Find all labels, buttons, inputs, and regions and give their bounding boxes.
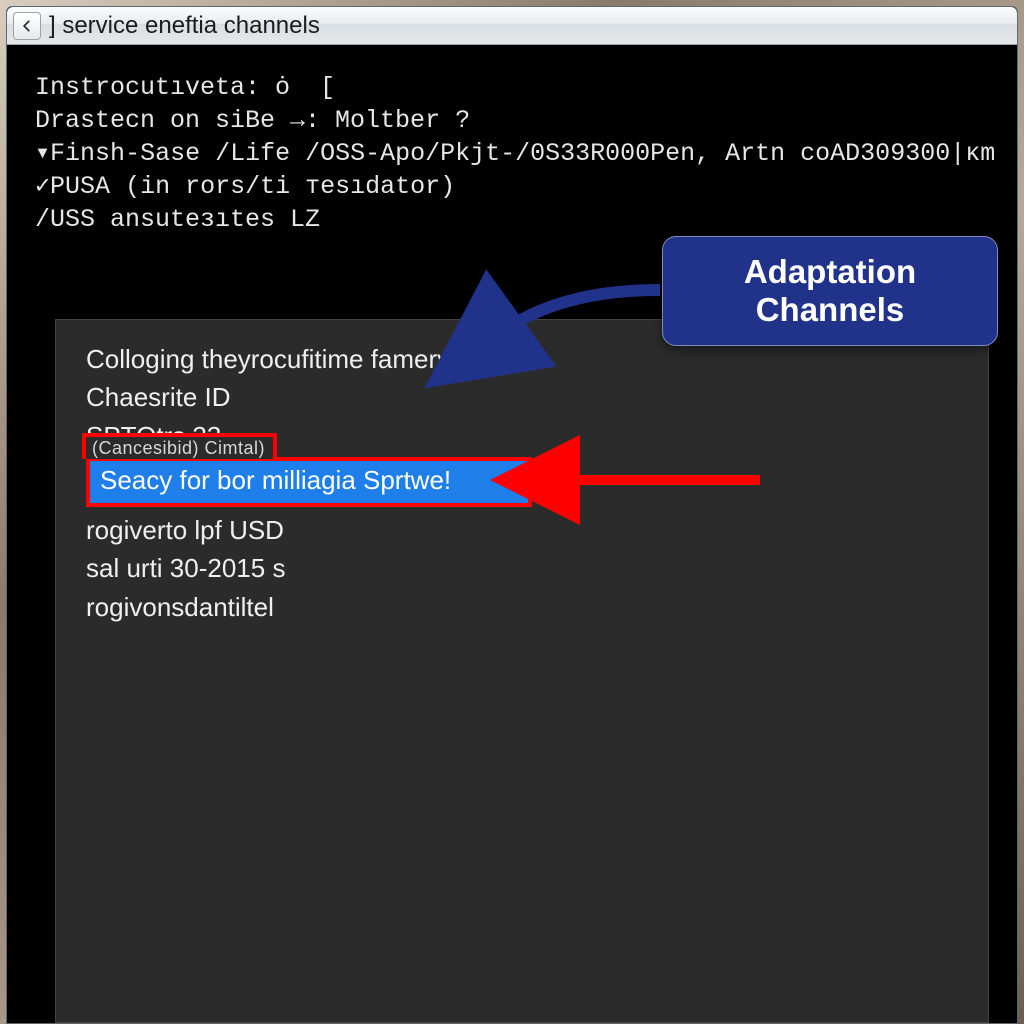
list-item[interactable]: Chaesrite ID [86, 378, 962, 416]
annotation-callout: Adaptation Channels [662, 236, 998, 346]
list-item[interactable]: rogivonsdantiltel [86, 588, 962, 626]
selected-item-wrap: (Cancesibid) Cimtal) Seacy for bor milli… [86, 457, 532, 506]
terminal-line: ▾Finsh-Sase /Life /OSS-Apo/Pkjt-/0S33R00… [35, 137, 997, 170]
terminal-line: Instrocutıveta: ȯ [ [35, 71, 997, 104]
terminal-line: Drastecn on siBe →: Moltber ? [35, 104, 997, 137]
arrow-left-icon [20, 19, 34, 33]
list-item[interactable]: sal urti 30-2015 s [86, 549, 962, 587]
callout-line: Channels [756, 291, 905, 329]
back-button[interactable] [13, 12, 41, 40]
selected-item[interactable]: Seacy for bor milliagia Sprtwe! [86, 457, 532, 506]
terminal-line: ✓PUSA (in rors/ti тesıdator) [35, 170, 997, 203]
terminal-area: Instrocutıveta: ȯ [ Drastecn on siBe →: … [7, 45, 1017, 1023]
selected-item-tab: (Cancesibid) Cimtal) [82, 433, 277, 459]
terminal-line: /USS ansuteзıtes LZ [35, 203, 997, 236]
app-window: ] service eneftia channels Instrocutıvet… [6, 6, 1018, 1024]
list-panel: Colloging theyrocufitime famery Chaesrit… [55, 319, 989, 1023]
callout-line: Adaptation [744, 253, 916, 291]
list-item[interactable]: rogiverto lpf USD [86, 511, 962, 549]
titlebar[interactable]: ] service eneftia channels [7, 7, 1017, 45]
window-title: ] service eneftia channels [49, 12, 320, 40]
